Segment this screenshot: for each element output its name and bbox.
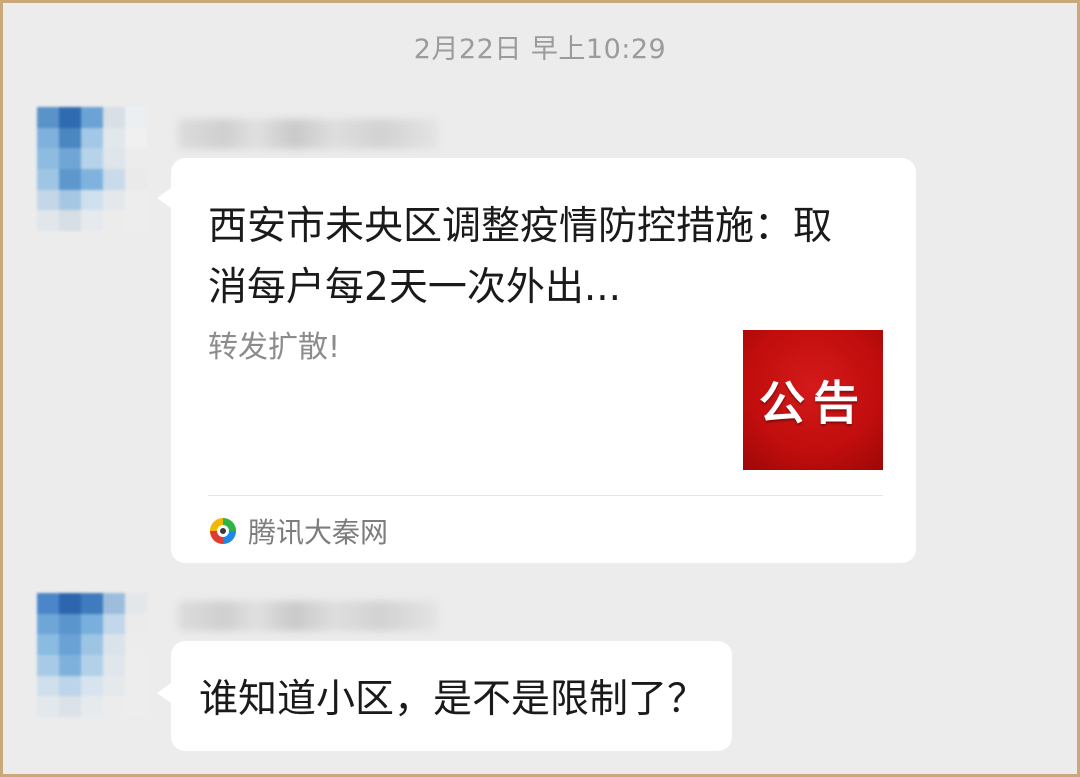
avatar-pixel [59,148,81,169]
avatar-pixel [103,210,125,231]
avatar-pixel [37,168,59,190]
avatar-pixel [59,107,81,128]
avatar-pixel [103,148,125,169]
avatar-pixel [37,107,59,128]
message-text: 谁知道小区，是不是限制了？ [199,677,707,722]
avatar-pixel [125,210,147,231]
sender-name [178,601,438,631]
avatar-pixel [81,696,103,717]
avatar-pixel [125,148,147,169]
avatar-pixel [103,654,125,676]
source-name: 腾讯大秦网 [248,516,389,549]
avatar-pixel [59,127,81,149]
avatar-pixel [125,593,147,614]
avatar-pixel [59,613,81,635]
avatar-pixel [37,148,59,169]
avatar-pixel [81,593,103,614]
avatar-pixel [103,675,125,697]
avatar-pixel [103,593,125,614]
avatar-pixel [125,189,147,211]
avatar[interactable] [37,107,147,231]
avatar-pixel [125,168,147,190]
avatar-pixel [81,210,103,231]
avatar-pixel [81,675,103,697]
avatar-pixel [81,654,103,676]
avatar-pixel [81,107,103,128]
avatar-pixel [125,634,147,655]
avatar-pixel [37,127,59,149]
avatar-pixel [59,696,81,717]
avatar-pixel [59,634,81,655]
link-card-message[interactable]: 西安市未央区调整疫情防控措施：取消每户每2天一次外出... 转发扩散! 公告 腾… [157,158,916,563]
avatar-pixel [59,189,81,211]
avatar-pixel [37,189,59,211]
text-message-bubble[interactable]: 谁知道小区，是不是限制了？ [156,641,733,751]
avatar-pixel [59,210,81,231]
avatar-pixel [37,613,59,635]
divider [208,495,883,496]
sender-name [178,119,438,149]
message-timestamp: 2月22日 早上10:29 [413,34,667,65]
avatar-pixel [125,127,147,149]
avatar-pixel [37,696,59,717]
avatar-pixel [103,696,125,717]
avatar-pixel [59,675,81,697]
avatar-pixel [103,127,125,149]
avatar-pixel [59,654,81,676]
article-thumbnail: 公告 [743,330,883,470]
avatar-pixel [81,148,103,169]
tencent-news-icon [210,518,236,544]
avatar-pixel [125,107,147,128]
chat-window: 2月22日 早上10:29 西安市未央区调整疫情防控措施：取消每户每2天一次外出… [3,3,1077,774]
avatar[interactable] [37,593,147,717]
article-source: 腾讯大秦网 [208,513,388,549]
avatar-pixel [37,634,59,655]
avatar-pixel [81,634,103,655]
avatar-pixel [37,593,59,614]
avatar-pixel [81,127,103,149]
avatar-pixel [103,613,125,635]
avatar-pixel [37,210,59,231]
article-summary: 转发扩散! [208,330,341,365]
avatar-pixel [37,675,59,697]
avatar-pixel [59,168,81,190]
avatar-pixel [103,189,125,211]
avatar-pixel [125,675,147,697]
avatar-pixel [81,613,103,635]
avatar-pixel [81,189,103,211]
avatar-pixel [103,634,125,655]
avatar-pixel [37,654,59,676]
avatar-pixel [59,593,81,614]
avatar-pixel [125,613,147,635]
thumbnail-text: 公告 [759,376,867,430]
avatar-pixel [125,654,147,676]
article-title: 西安市未央区调整疫情防控措施：取消每户每2天一次外出... [208,204,833,310]
avatar-pixel [103,168,125,190]
avatar-pixel [81,168,103,190]
avatar-pixel [103,107,125,128]
avatar-pixel [125,696,147,717]
